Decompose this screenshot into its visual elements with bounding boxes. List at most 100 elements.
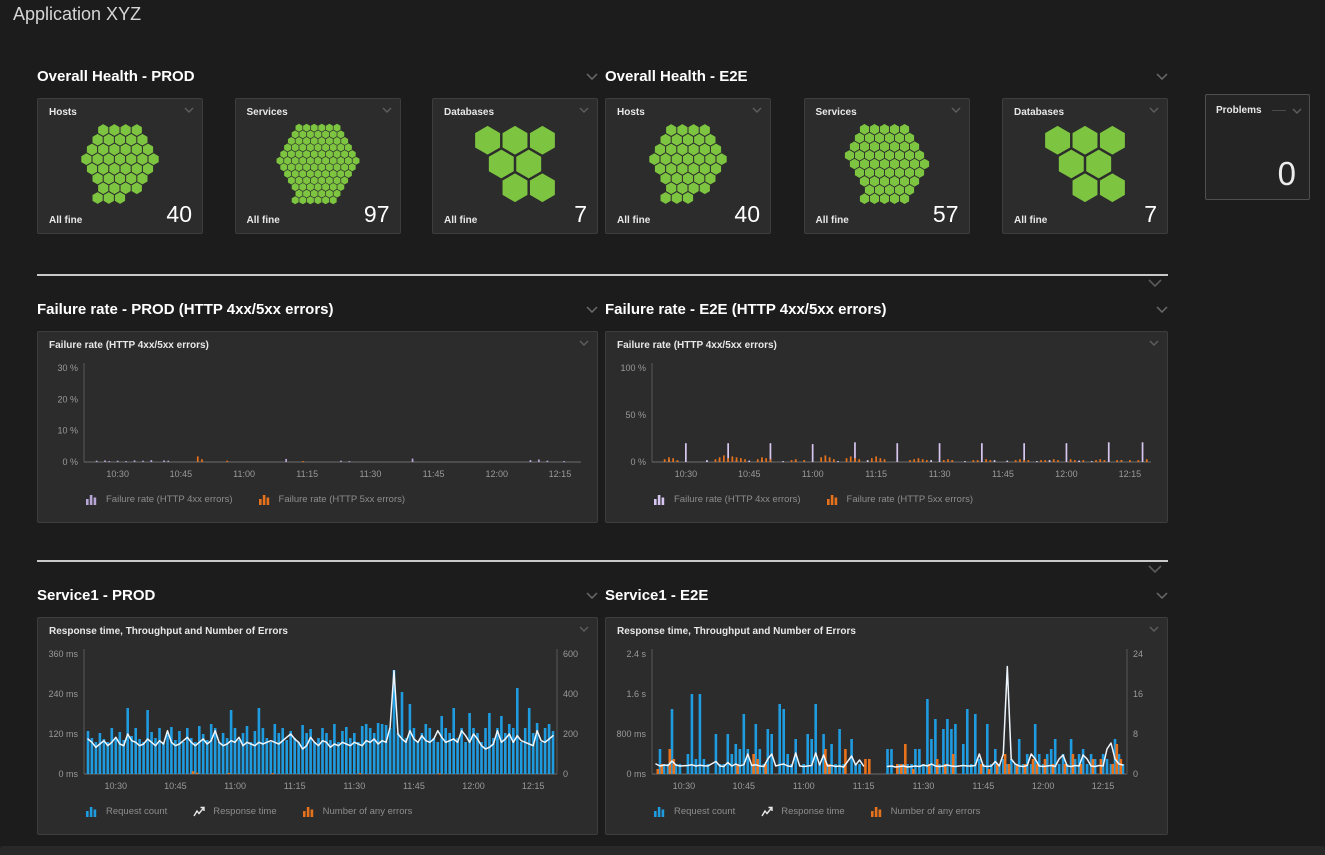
svg-text:12:15: 12:15	[1092, 781, 1115, 791]
svg-text:2.4 s: 2.4 s	[626, 649, 646, 659]
svg-text:10:30: 10:30	[675, 469, 698, 479]
svg-text:11:00: 11:00	[224, 781, 246, 791]
bar-series-icon	[86, 805, 99, 818]
chevron-down-icon[interactable]	[184, 107, 194, 113]
status-badge: All fine	[1014, 215, 1047, 226]
tile-title: Hosts	[49, 107, 77, 118]
svg-text:10:30: 10:30	[105, 781, 128, 791]
health-tile-e2e-services[interactable]: Services All fine 57	[804, 98, 970, 234]
chevron-down-icon[interactable]	[1156, 592, 1168, 599]
chart-legend: Failure rate (HTTP 4xx errors) Failure ra…	[606, 493, 1167, 506]
svg-text:16: 16	[1133, 689, 1143, 699]
health-tile-prod-databases[interactable]: Databases All fine 7	[432, 98, 598, 234]
chevron-down-icon[interactable]	[579, 626, 589, 632]
svg-text:11:45: 11:45	[992, 469, 1014, 479]
legend-label: Number of any errors	[891, 806, 981, 817]
failure-rate-chart-e2e[interactable]: 0 %50 %100 %10:3010:4511:0011:1511:3011:…	[606, 356, 1167, 488]
entity-count: 7	[1144, 203, 1157, 226]
honeycomb-services[interactable]	[248, 123, 388, 205]
honeycomb-databases[interactable]	[445, 123, 585, 205]
svg-text:11:15: 11:15	[296, 469, 318, 479]
svg-text:800 ms: 800 ms	[616, 729, 646, 739]
chevron-down-icon[interactable]	[586, 306, 598, 313]
chevron-down-icon[interactable]	[1156, 306, 1168, 313]
svg-text:10:30: 10:30	[673, 781, 696, 791]
chevron-down-icon[interactable]	[579, 340, 589, 346]
chart-title: Failure rate (HTTP 4xx/5xx errors)	[617, 340, 777, 351]
legend-label: Response time	[781, 806, 844, 817]
legend-item[interactable]: Number of any errors	[303, 805, 413, 818]
failure-rate-prod-tile[interactable]: Failure rate (HTTP 4xx/5xx errors) 0 %10…	[37, 331, 598, 523]
svg-text:12:15: 12:15	[1119, 469, 1142, 479]
problems-tile[interactable]: Problems 0	[1205, 94, 1310, 200]
svg-text:8: 8	[1133, 729, 1138, 739]
chevron-down-icon[interactable]	[579, 107, 589, 113]
chevron-down-icon[interactable]	[1156, 73, 1168, 80]
svg-text:11:15: 11:15	[865, 469, 887, 479]
health-tile-prod-services[interactable]: Services All fine 97	[235, 98, 401, 234]
legend-item[interactable]: Failure rate (HTTP 5xx errors)	[259, 493, 406, 506]
chevron-down-icon[interactable]	[1292, 108, 1302, 114]
honeycomb-services[interactable]	[817, 123, 957, 205]
svg-text:11:30: 11:30	[359, 469, 381, 479]
chevron-down-icon[interactable]	[1148, 279, 1162, 287]
honeycomb-hosts[interactable]	[618, 123, 758, 205]
chevron-down-icon[interactable]	[1149, 107, 1159, 113]
page-title: Application XYZ	[13, 4, 141, 25]
legend-item[interactable]: Failure rate (HTTP 4xx errors)	[654, 493, 801, 506]
legend-item[interactable]: Failure rate (HTTP 4xx errors)	[86, 493, 233, 506]
svg-text:11:45: 11:45	[403, 781, 425, 791]
svg-text:12:15: 12:15	[522, 781, 545, 791]
service1-prod-tile[interactable]: Response time, Throughput and Number of …	[37, 617, 598, 835]
chart-title: Response time, Throughput and Number of …	[617, 626, 856, 637]
status-badge: All fine	[617, 215, 650, 226]
legend-label: Number of any errors	[323, 806, 413, 817]
section-header-service-prod: Service1 - PROD	[37, 583, 598, 607]
entity-count: 40	[734, 203, 760, 226]
legend-item[interactable]: Number of any errors	[871, 805, 981, 818]
legend-label: Failure rate (HTTP 5xx errors)	[279, 494, 406, 505]
legend-item[interactable]: Failure rate (HTTP 5xx errors)	[827, 493, 974, 506]
bar-series-icon	[86, 493, 99, 506]
section-header-overall-prod: Overall Health - PROD	[37, 64, 598, 88]
service1-prod-chart[interactable]: 0 ms120 ms240 ms360 ms020040060010:3010:…	[38, 642, 597, 800]
chevron-down-icon[interactable]	[951, 107, 961, 113]
dashboard-content: Overall Health - PROD Hosts All fine 40	[37, 64, 1310, 835]
chevron-down-icon[interactable]	[1149, 626, 1159, 632]
svg-text:600: 600	[563, 649, 578, 659]
chart-legend: Request count Response time Number of any …	[38, 805, 597, 818]
service1-e2e-chart[interactable]: 0 ms800 ms1.6 s2.4 s08162410:3010:4511:0…	[606, 642, 1167, 800]
svg-text:11:45: 11:45	[972, 781, 994, 791]
svg-text:11:15: 11:15	[853, 781, 875, 791]
failure-rate-chart-prod[interactable]: 0 %10 %20 %30 %10:3010:4511:0011:1511:30…	[38, 356, 597, 488]
svg-text:11:00: 11:00	[802, 469, 824, 479]
tile-title: Problems	[1216, 105, 1262, 116]
health-tile-e2e-databases[interactable]: Databases All fine 7	[1002, 98, 1168, 234]
entity-count: 40	[166, 203, 192, 226]
chevron-down-icon[interactable]	[586, 592, 598, 599]
svg-text:0 ms: 0 ms	[626, 769, 646, 779]
svg-text:200: 200	[563, 729, 578, 739]
legend-item[interactable]: Response time	[761, 805, 844, 818]
chevron-down-icon[interactable]	[752, 107, 762, 113]
chevron-down-icon[interactable]	[382, 107, 392, 113]
svg-text:10:45: 10:45	[170, 469, 193, 479]
health-tile-e2e-hosts[interactable]: Hosts All fine 40	[605, 98, 771, 234]
svg-text:12:00: 12:00	[1055, 469, 1078, 479]
legend-item[interactable]: Response time	[193, 805, 276, 818]
chevron-down-icon[interactable]	[586, 73, 598, 80]
health-tile-prod-hosts[interactable]: Hosts All fine 40	[37, 98, 203, 234]
svg-text:12:00: 12:00	[462, 781, 485, 791]
chevron-down-icon[interactable]	[1149, 340, 1159, 346]
service1-e2e-tile[interactable]: Response time, Throughput and Number of …	[605, 617, 1168, 835]
chevron-down-icon[interactable]	[1148, 565, 1162, 573]
honeycomb-databases[interactable]	[1015, 123, 1155, 205]
legend-item[interactable]: Request count	[86, 805, 167, 818]
svg-text:11:45: 11:45	[423, 469, 445, 479]
honeycomb-hosts[interactable]	[50, 123, 190, 205]
svg-text:0: 0	[1133, 769, 1138, 779]
legend-label: Request count	[106, 806, 167, 817]
svg-text:11:00: 11:00	[233, 469, 255, 479]
failure-rate-e2e-tile[interactable]: Failure rate (HTTP 4xx/5xx errors) 0 %50…	[605, 331, 1168, 523]
legend-item[interactable]: Request count	[654, 805, 735, 818]
